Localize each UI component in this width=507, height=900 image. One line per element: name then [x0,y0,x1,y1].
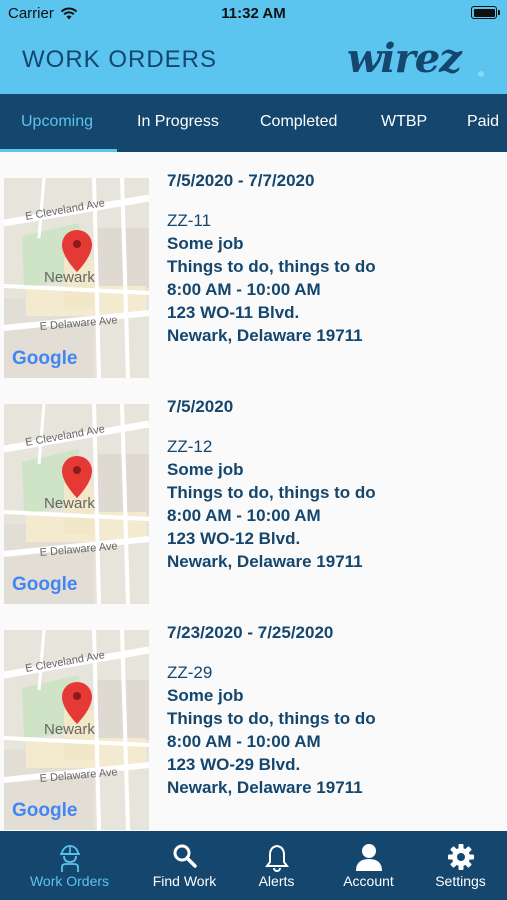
map-attribution: Google [12,800,77,821]
map-attribution: Google [12,348,77,369]
wirez-logo: wirez [343,35,489,87]
nav-find-work[interactable]: Find Work [134,831,235,900]
nav-settings[interactable]: Settings [410,831,507,900]
person-icon [355,844,382,871]
work-order-code: ZZ-11 [167,211,212,230]
work-order-address-line2: Newark, Delaware 19711 [167,778,363,797]
work-order-time: 8:00 AM - 10:00 AM [167,506,321,525]
work-order-name: Some job [167,460,244,479]
clock: 11:32 AM [221,5,286,22]
nav-label: Alerts [258,873,295,889]
tab-in-progress[interactable]: In Progress [137,94,219,152]
work-order-card[interactable]: E Cleveland Ave Newark E Delaware Ave Go… [0,604,507,830]
bottom-nav-bar: Work Orders Find Work Alerts Account Set… [0,831,507,900]
map-thumbnail[interactable]: E Cleveland Ave Newark E Delaware Ave Go… [4,630,149,830]
map-thumbnail[interactable]: E Cleveland Ave Newark E Delaware Ave Go… [4,178,149,378]
work-order-address-line1: 123 WO-12 Blvd. [167,529,301,548]
work-order-code: ZZ-12 [167,437,213,456]
nav-alerts[interactable]: Alerts [226,831,327,900]
work-order-description: Things to do, things to do [167,257,376,276]
tab-paid[interactable]: Paid [467,94,499,152]
work-order-name: Some job [167,234,244,253]
work-order-dates: 7/23/2020 - 7/25/2020 [167,623,334,642]
work-order-time: 8:00 AM - 10:00 AM [167,732,321,751]
work-order-card[interactable]: E Cleveland Ave Newark E Delaware Ave Go… [0,152,507,378]
tab-bar: Upcoming In Progress Completed WTBP Paid [0,94,507,152]
gear-icon [447,844,474,870]
work-order-code: ZZ-29 [167,663,213,682]
work-order-description: Things to do, things to do [167,709,376,728]
work-order-address-line1: 123 WO-29 Blvd. [167,755,301,774]
map-city: Newark [44,495,95,512]
nav-label: Work Orders [29,873,110,889]
tab-upcoming[interactable]: Upcoming [21,94,93,152]
nav-label: Find Work [152,873,217,889]
hard-hat-worker-icon [59,845,80,872]
work-order-card[interactable]: E Cleveland Ave Newark E Delaware Ave Go… [0,378,507,604]
map-thumbnail[interactable]: E Cleveland Ave Newark E Delaware Ave Go… [4,404,149,604]
work-order-time: 8:00 AM - 10:00 AM [167,280,321,299]
nav-work-orders[interactable]: Work Orders [19,831,120,900]
tab-wtbp[interactable]: WTBP [381,94,427,152]
status-bar: Carrier 11:32 AM [0,0,507,28]
nav-label: Account [343,873,394,889]
work-order-dates: 7/5/2020 - 7/7/2020 [167,171,315,190]
nav-label: Settings [435,873,486,889]
map-city: Newark [44,269,95,286]
work-order-address-line1: 123 WO-11 Blvd. [167,303,300,322]
work-order-details: 7/5/2020 - 7/7/2020 ZZ-11 Some job Thing… [167,170,376,347]
nav-account[interactable]: Account [318,831,419,900]
work-order-details: 7/23/2020 - 7/25/2020 ZZ-29 Some job Thi… [167,622,376,799]
app-header: WORK ORDERS wirez [0,28,507,94]
page-title: WORK ORDERS [22,46,218,73]
battery-icon [471,6,500,19]
map-city: Newark [44,721,95,738]
tab-completed[interactable]: Completed [260,94,337,152]
work-order-address-line2: Newark, Delaware 19711 [167,552,363,571]
work-order-address-line2: Newark, Delaware 19711 [167,326,363,345]
work-order-list: E Cleveland Ave Newark E Delaware Ave Go… [0,152,507,831]
work-order-dates: 7/5/2020 [167,397,234,416]
map-attribution: Google [12,574,77,595]
work-order-description: Things to do, things to do [167,483,376,502]
work-order-name: Some job [167,686,244,705]
bell-icon [264,844,289,872]
search-icon [173,844,197,868]
work-order-details: 7/5/2020 ZZ-12 Some job Things to do, th… [167,396,376,573]
logo-text: wirez [347,36,463,82]
